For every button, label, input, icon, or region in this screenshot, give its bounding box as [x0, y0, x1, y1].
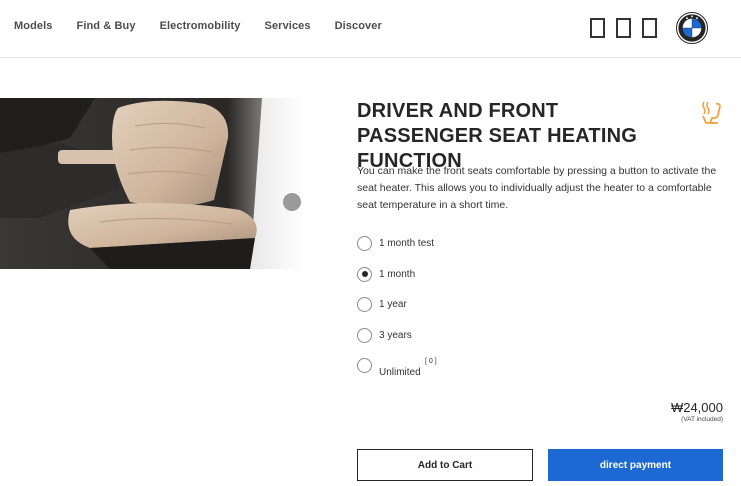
- seat-image: [0, 98, 303, 269]
- add-to-cart-button[interactable]: Add to Cart: [357, 449, 533, 481]
- option-1-month-test[interactable]: 1 month test: [357, 236, 657, 267]
- cart-icon[interactable]: [616, 18, 631, 38]
- option-unlimited[interactable]: Unlimited [ 0 ]: [357, 358, 657, 389]
- vat-note: (VAT included): [681, 416, 723, 423]
- nav-item-find-buy[interactable]: Find & Buy: [77, 20, 136, 32]
- top-navigation: Models Find & Buy Electromobility Servic…: [0, 0, 741, 58]
- nav-item-services[interactable]: Services: [265, 20, 311, 32]
- option-label: Unlimited: [379, 367, 421, 378]
- search-icon[interactable]: [590, 18, 605, 38]
- option-count-note: [ 0 ]: [425, 358, 437, 365]
- direct-payment-button[interactable]: direct payment: [548, 449, 723, 481]
- bmw-logo-icon[interactable]: [676, 12, 708, 44]
- radio-button[interactable]: [357, 297, 372, 312]
- product-description: You can make the front seats comfortable…: [357, 165, 717, 211]
- main-menu: Models Find & Buy Electromobility Servic…: [14, 20, 406, 32]
- option-label: 1 month: [379, 268, 416, 280]
- option-1-year[interactable]: 1 year: [357, 297, 657, 328]
- nav-item-models[interactable]: Models: [14, 20, 53, 32]
- radio-button[interactable]: [357, 236, 372, 251]
- header-icons: [590, 18, 668, 38]
- option-label: 1 year: [379, 299, 407, 310]
- product-image: [0, 98, 303, 269]
- radio-button[interactable]: [357, 327, 372, 343]
- duration-options: 1 month test 1 month 1 year 3 years Unli…: [357, 236, 657, 389]
- option-3-years[interactable]: 3 years: [357, 327, 657, 359]
- nav-item-discover[interactable]: Discover: [335, 20, 382, 32]
- account-icon[interactable]: [642, 18, 657, 38]
- option-label: 1 month test: [379, 238, 435, 249]
- radio-button[interactable]: [357, 358, 372, 373]
- nav-item-electromobility[interactable]: Electromobility: [160, 20, 241, 32]
- radio-button-selected[interactable]: [357, 266, 372, 282]
- option-label: 3 years: [379, 329, 412, 341]
- price: ₩24,000: [670, 400, 723, 415]
- option-1-month[interactable]: 1 month: [357, 266, 657, 298]
- seat-heating-icon: [702, 101, 721, 124]
